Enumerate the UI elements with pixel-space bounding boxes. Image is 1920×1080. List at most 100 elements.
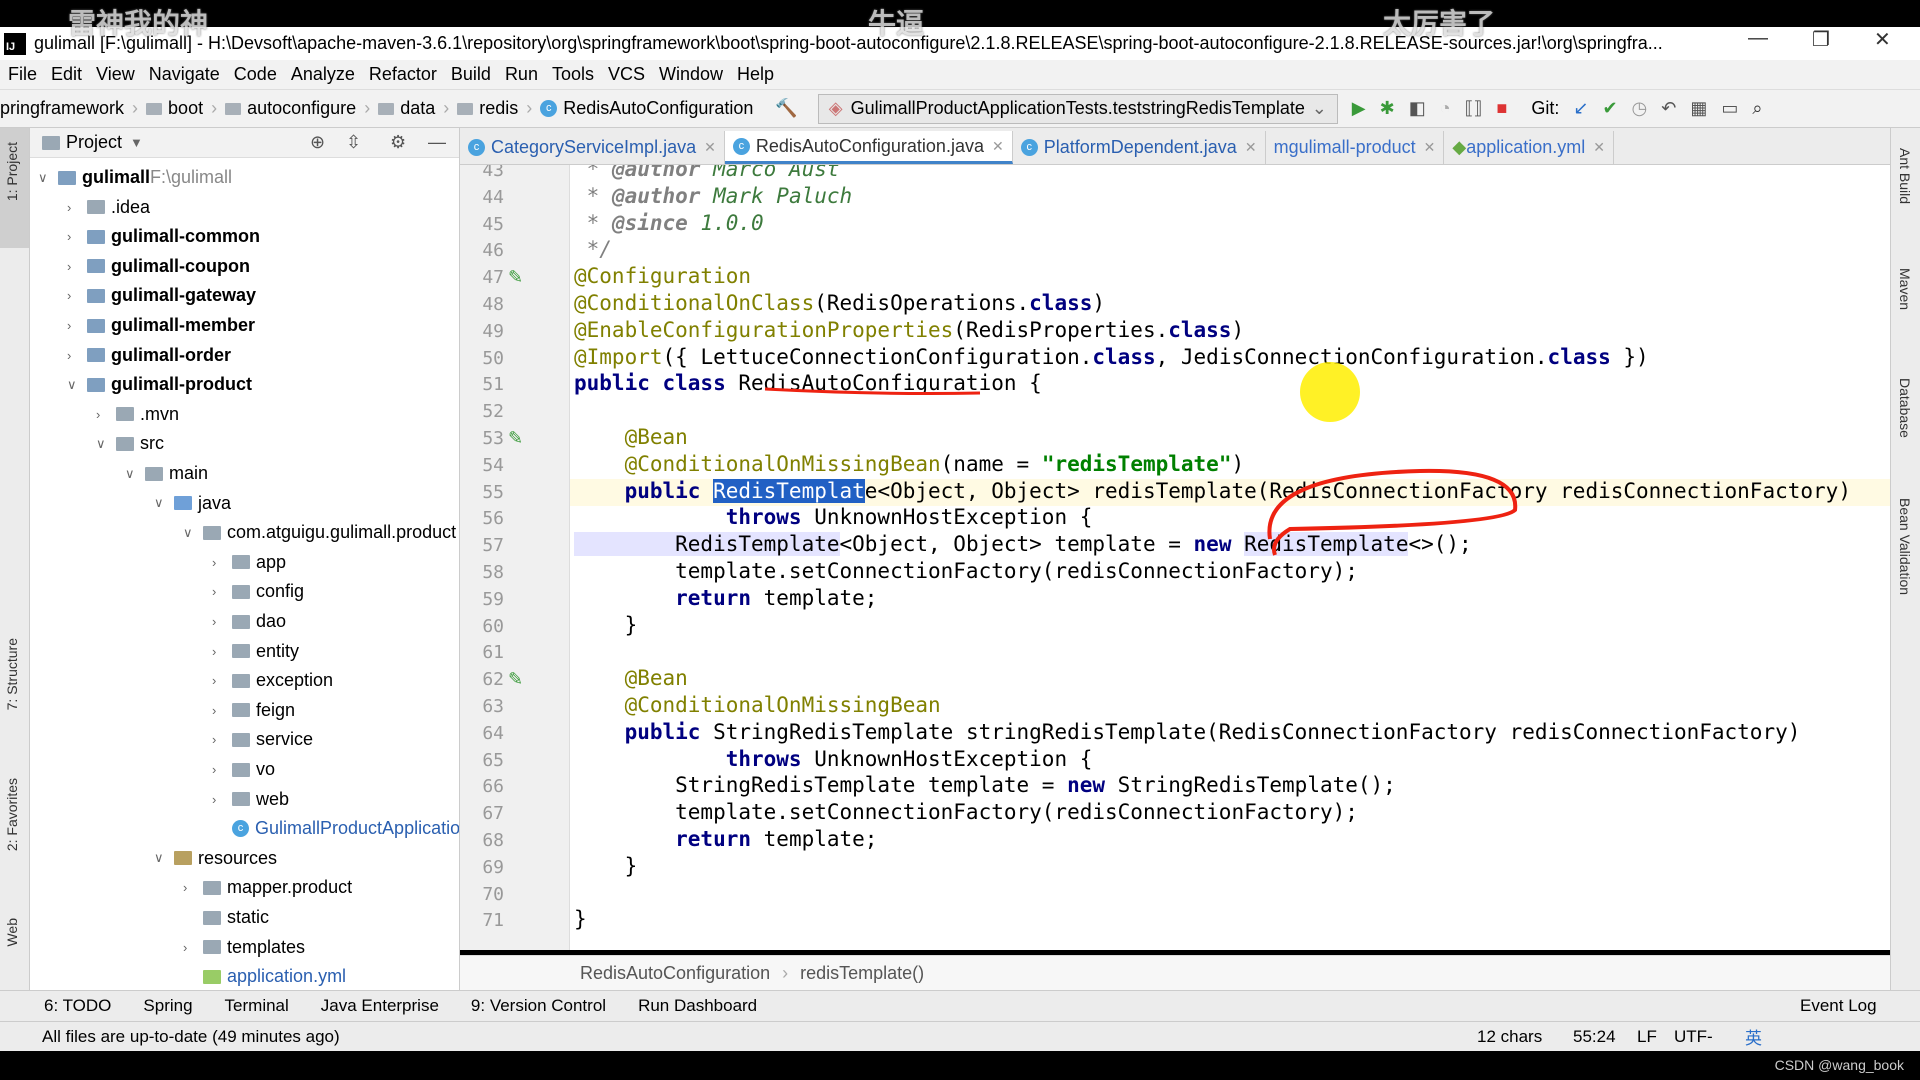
- tree-item[interactable]: application.yml: [183, 962, 346, 990]
- chevron-right-icon[interactable]: ›: [212, 644, 232, 659]
- run-icon[interactable]: ▶: [1352, 98, 1366, 119]
- git-commit-icon[interactable]: ✔: [1602, 98, 1617, 119]
- close-icon[interactable]: ✕: [992, 138, 1004, 155]
- menu-help[interactable]: Help: [737, 64, 774, 85]
- tool-window-database[interactable]: Database: [1897, 378, 1913, 438]
- menu-tools[interactable]: Tools: [552, 64, 594, 85]
- project-structure-icon[interactable]: ▦: [1690, 98, 1707, 119]
- breadcrumb-item[interactable]: boot ›: [146, 98, 217, 119]
- breadcrumb-class[interactable]: RedisAutoConfiguration: [580, 963, 770, 984]
- menu-window[interactable]: Window: [659, 64, 723, 85]
- event-log-button[interactable]: Event Log: [1800, 996, 1877, 1016]
- breadcrumb-item[interactable]: autoconfigure ›: [225, 98, 370, 119]
- close-icon[interactable]: ✕: [1424, 139, 1436, 156]
- code-line[interactable]: @Import({ LettuceConnectionConfiguration…: [574, 345, 1649, 369]
- tool-window-web[interactable]: Web: [4, 918, 20, 947]
- tree-item[interactable]: › gulimall-common: [67, 222, 260, 251]
- chevron-right-icon[interactable]: ›: [67, 259, 87, 274]
- menu-build[interactable]: Build: [451, 64, 491, 85]
- run-configuration-select[interactable]: ◈ GulimallProductApplicationTests.testst…: [817, 93, 1338, 124]
- code-line[interactable]: @ConditionalOnMissingBean: [574, 693, 941, 717]
- tree-item[interactable]: static: [183, 903, 269, 932]
- tree-item[interactable]: ∨ gulimall-product: [67, 370, 252, 399]
- tab-gulimall-product[interactable]: m gulimall-product ✕: [1266, 131, 1445, 164]
- tree-item[interactable]: › templates: [183, 933, 305, 962]
- tree-item[interactable]: › entity: [212, 637, 299, 666]
- restore-button[interactable]: ❐: [1812, 27, 1830, 52]
- minimize-button[interactable]: —: [1748, 27, 1768, 50]
- chevron-right-icon[interactable]: ›: [67, 288, 87, 303]
- tool-window-bean-validation[interactable]: Bean Validation: [1897, 498, 1913, 595]
- tool-window-todo[interactable]: 6: TODO: [44, 996, 111, 1016]
- coverage-icon[interactable]: ◧: [1409, 98, 1426, 119]
- chevron-right-icon[interactable]: ›: [212, 703, 232, 718]
- code-line[interactable]: template.setConnectionFactory(redisConne…: [574, 559, 1358, 583]
- code-line[interactable]: throws UnknownHostException {: [574, 747, 1093, 771]
- code-line[interactable]: @Configuration: [574, 264, 751, 288]
- tree-item[interactable]: › feign: [212, 696, 295, 725]
- git-update-icon[interactable]: ↙: [1573, 98, 1588, 119]
- menu-code[interactable]: Code: [234, 64, 277, 85]
- project-view-select[interactable]: Project: [66, 132, 122, 153]
- tree-item[interactable]: › vo: [212, 755, 275, 784]
- code-line[interactable]: * @author Marco Aust: [574, 165, 840, 181]
- tool-window-run-dashboard[interactable]: Run Dashboard: [638, 996, 757, 1016]
- chevron-right-icon[interactable]: ›: [212, 555, 232, 570]
- tool-window-ant-build[interactable]: Ant Build: [1897, 148, 1913, 204]
- close-icon[interactable]: ✕: [704, 139, 716, 156]
- chevron-down-icon[interactable]: ∨: [67, 377, 87, 393]
- tool-window-favorites[interactable]: 2: Favorites: [4, 778, 20, 851]
- tree-item[interactable]: › .idea: [67, 193, 150, 222]
- code-line[interactable]: throws UnknownHostException {: [574, 505, 1093, 529]
- code-line[interactable]: @ConditionalOnMissingBean(name = "redisT…: [574, 452, 1245, 476]
- tree-item[interactable]: ∨ java: [154, 489, 231, 518]
- tree-item[interactable]: c GulimallProductApplication: [212, 814, 459, 843]
- ime-indicator[interactable]: 英: [1745, 1024, 1762, 1049]
- chevron-down-icon[interactable]: ∨: [154, 495, 174, 511]
- tool-window-structure[interactable]: 7: Structure: [4, 638, 20, 710]
- tab-application-yml[interactable]: ◆ application.yml ✕: [1444, 131, 1614, 164]
- menu-view[interactable]: View: [96, 64, 135, 85]
- code-line[interactable]: }: [574, 907, 587, 931]
- hide-icon[interactable]: —: [428, 132, 446, 153]
- presentation-icon[interactable]: ▭: [1721, 98, 1738, 119]
- tree-item[interactable]: › dao: [212, 607, 286, 636]
- revert-icon[interactable]: ↶: [1661, 98, 1676, 119]
- spring-bean-icon[interactable]: ✎: [508, 267, 523, 288]
- spring-bean-icon[interactable]: ✎: [508, 428, 523, 449]
- tool-window-terminal[interactable]: Terminal: [225, 996, 289, 1016]
- menu-run[interactable]: Run: [505, 64, 538, 85]
- tree-item[interactable]: ∨ src: [96, 429, 164, 458]
- breadcrumb-item[interactable]: pringframework ›: [0, 98, 138, 119]
- chevron-right-icon[interactable]: ›: [212, 732, 232, 747]
- tool-window-project[interactable]: 1: Project: [4, 142, 20, 201]
- code-line[interactable]: */: [574, 237, 612, 261]
- breadcrumb-item[interactable]: data ›: [378, 98, 449, 119]
- tree-item[interactable]: › app: [212, 548, 286, 577]
- history-icon[interactable]: ◷: [1632, 98, 1648, 119]
- tree-item[interactable]: › .mvn: [96, 400, 179, 429]
- tree-item[interactable]: › web: [212, 785, 289, 814]
- chevron-right-icon[interactable]: ›: [67, 318, 87, 333]
- tree-item[interactable]: › gulimall-member: [67, 311, 255, 340]
- tool-window-version-control[interactable]: 9: Version Control: [471, 996, 606, 1016]
- menu-file[interactable]: File: [8, 64, 37, 85]
- tree-item[interactable]: › gulimall-order: [67, 341, 231, 370]
- chevron-down-icon[interactable]: ∨: [125, 466, 145, 482]
- chevron-right-icon[interactable]: ›: [67, 200, 87, 215]
- tree-item[interactable]: › mapper.product: [183, 873, 352, 902]
- menu-vcs[interactable]: VCS: [608, 64, 645, 85]
- code-line[interactable]: template.setConnectionFactory(redisConne…: [574, 800, 1358, 824]
- chevron-down-icon[interactable]: ▼: [130, 135, 143, 150]
- tab-redisautoconfiguration-java[interactable]: c RedisAutoConfiguration.java ✕: [724, 131, 1013, 164]
- debug-icon[interactable]: ✱: [1380, 98, 1395, 119]
- tree-item[interactable]: ∨ gulimall F:\gulimall: [38, 163, 232, 192]
- tree-item[interactable]: › gulimall-gateway: [67, 281, 256, 310]
- code-line[interactable]: * @author Mark Paluch: [574, 184, 853, 208]
- spring-bean-icon[interactable]: ✎: [508, 669, 523, 690]
- chevron-right-icon[interactable]: ›: [212, 762, 232, 777]
- code-line[interactable]: }: [574, 613, 638, 637]
- code-line[interactable]: public RedisTemplate<Object, Object> red…: [574, 478, 1851, 503]
- line-separator[interactable]: LF: [1637, 1027, 1657, 1047]
- menu-edit[interactable]: Edit: [51, 64, 82, 85]
